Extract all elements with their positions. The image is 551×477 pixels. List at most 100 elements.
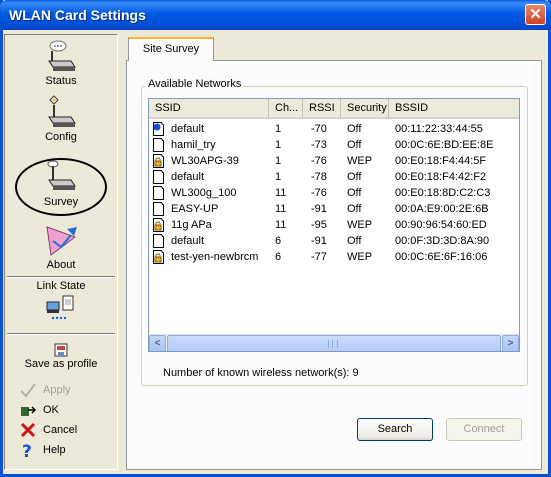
column-header-ssid[interactable]: SSID [149,99,269,118]
search-button[interactable]: Search [357,418,433,441]
network-row[interactable]: 11g APa 11 -95 WEP 00:90:96:54:60:ED [149,217,519,233]
cell-security: Off [347,235,362,247]
network-row[interactable]: default 1 -70 Off 00:11:22:33:44:55 [149,121,519,137]
nav-about[interactable]: About [5,223,117,271]
network-row[interactable]: default 6 -91 Off 00:0F:3D:3D:8A:90 [149,233,519,249]
cell-security: WEP [347,251,373,263]
survey-highlight-ring [15,158,107,216]
checkmark-icon [20,383,36,398]
secured-network-icon [153,250,164,264]
connected-network-icon [153,122,164,136]
save-as-profile-button[interactable]: Save as profile [5,342,117,378]
networks-list-header: SSID Ch... RSSI Security BSSID [149,99,519,119]
cell-ssid: WL30APG-39 [171,155,239,167]
link-state-label: Link State [36,280,86,292]
cell-security: Off [347,203,362,215]
available-networks-title: Available Networks [145,78,245,90]
nav-status[interactable]: Status [5,39,117,87]
scroll-grip [328,340,338,348]
help-button[interactable]: ? Help [19,442,115,460]
tab-site-survey[interactable]: Site Survey [128,37,214,61]
column-header-rssi[interactable]: RSSI [303,99,341,118]
cell-channel: 6 [275,251,282,263]
secured-network-icon [153,218,164,232]
nav-config[interactable]: Config [5,95,117,143]
cell-bssid: 00:11:22:33:44:55 [395,123,483,135]
save-as-profile-label: Save as profile [24,358,98,370]
cell-bssid: 00:E0:18:F4:42:F2 [395,171,487,183]
cell-bssid: 00:E0:18:F4:44:5F [395,155,487,167]
ok-button[interactable]: OK [19,402,115,420]
cell-bssid: 00:0A:E9:00:2E:6B [395,203,489,215]
cell-rssi: -76 [311,187,327,199]
svg-text:?: ? [22,442,32,458]
cell-ssid: WL300g_100 [171,187,237,199]
network-row[interactable]: default 1 -78 Off 00:E0:18:F4:42:F2 [149,169,519,185]
site-survey-panel: Available Networks SSID Ch... RSSI Secur… [126,60,542,470]
cell-bssid: 00:E0:18:8D:C2:C3 [395,187,491,199]
cell-bssid: 00:90:96:54:60:ED [395,219,487,231]
cell-ssid: 11g APa [171,219,212,231]
cell-channel: 6 [275,235,282,247]
cell-ssid: default [171,235,205,247]
open-network-icon [153,186,164,200]
column-header-bssid[interactable]: BSSID [389,99,519,118]
horizontal-scrollbar[interactable]: < > [149,334,519,351]
cell-rssi: -91 [311,235,327,247]
network-row[interactable]: WL30APG-39 1 -76 WEP 00:E0:18:F4:44:5F [149,153,519,169]
ok-label: OK [43,404,59,416]
window-title: WLAN Card Settings [9,7,146,23]
network-row[interactable]: WL300g_100 11 -76 Off 00:E0:18:8D:C2:C3 [149,185,519,201]
connect-button[interactable]: Connect [446,418,522,441]
network-count-text: Number of known wireless network(s): 9 [163,367,359,379]
cell-rssi: -70 [311,123,327,135]
open-network-icon [153,202,164,216]
cell-security: Off [347,187,362,199]
column-header-channel[interactable]: Ch... [269,99,303,118]
cell-channel: 1 [275,139,282,151]
config-icon [48,95,76,127]
cell-ssid: hamil_try [171,139,216,151]
network-row[interactable]: EASY-UP 11 -91 Off 00:0A:E9:00:2E:6B [149,201,519,217]
open-network-icon [153,138,164,152]
cell-security: Off [347,123,362,135]
cell-ssid: test-yen-newbrcm [171,251,259,263]
apply-button[interactable]: Apply [19,382,115,400]
cell-bssid: 00:0C:6E:6F:16:06 [395,251,488,263]
close-button[interactable]: ✕ [525,4,546,25]
cell-ssid: default [171,171,205,183]
sidebar-divider [7,276,115,278]
cell-rssi: -73 [311,139,327,151]
sidebar: Status Config Survey About Link State Sa… [4,34,118,470]
scroll-left-button[interactable]: < [149,335,166,351]
link-state: Link State [5,280,117,322]
network-row[interactable]: hamil_try 1 -73 Off 00:0C:6E:BD:EE:8E [149,137,519,153]
cell-channel: 1 [275,123,282,135]
cell-ssid: EASY-UP [171,203,219,215]
cell-security: WEP [347,219,373,231]
cell-rssi: -95 [311,219,327,231]
scroll-thumb[interactable] [167,335,501,351]
cell-bssid: 00:0F:3D:3D:8A:90 [395,235,490,247]
nav-config-label: Config [45,131,77,143]
networks-list[interactable]: SSID Ch... RSSI Security BSSID default 1 -… [148,98,520,352]
cell-rssi: -76 [311,155,327,167]
cell-channel: 1 [275,155,282,167]
save-profile-icon [54,343,68,357]
cancel-x-icon [20,422,36,438]
cell-channel: 11 [275,187,287,199]
cancel-label: Cancel [43,424,78,436]
cell-security: WEP [347,155,373,167]
title-bar[interactable]: WLAN Card Settings ✕ [0,0,551,30]
column-header-security[interactable]: Security [341,99,389,118]
cell-channel: 11 [275,203,287,215]
cell-bssid: 00:0C:6E:BD:EE:8E [395,139,494,151]
network-row[interactable]: test-yen-newbrcm 6 -77 WEP 00:0C:6E:6F:16:06 [149,249,519,265]
scroll-right-button[interactable]: > [502,335,519,351]
cell-ssid: default [171,123,205,135]
cancel-button[interactable]: Cancel [19,422,115,440]
status-icon [48,40,76,71]
ok-icon [21,406,37,416]
apply-label: Apply [43,384,71,396]
cell-channel: 1 [275,171,282,183]
